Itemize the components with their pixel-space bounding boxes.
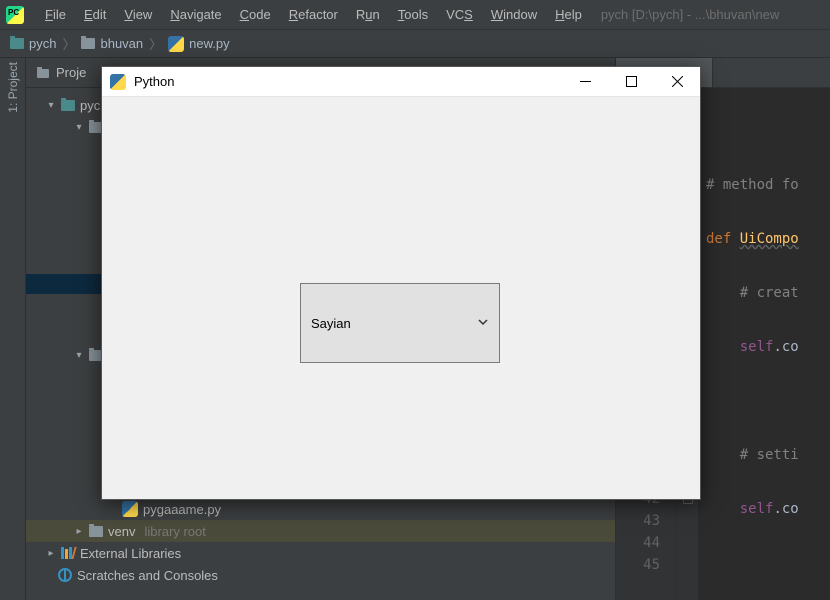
menu-code[interactable]: Code	[233, 5, 278, 24]
python-file-icon	[168, 36, 184, 52]
project-panel-title: Proje	[56, 65, 86, 80]
line-number: 43	[616, 510, 660, 532]
pycharm-logo-icon: PC	[6, 6, 24, 24]
maximize-icon	[626, 76, 637, 87]
close-button[interactable]	[654, 67, 700, 97]
expand-arrow-icon[interactable]: ▾	[74, 350, 84, 361]
tree-scratches[interactable]: Scratches and Consoles	[26, 564, 615, 586]
chevron-down-icon	[477, 316, 489, 331]
menu-help[interactable]: Help	[548, 5, 589, 24]
expand-arrow-icon[interactable]: ▾	[74, 122, 84, 133]
expand-arrow-icon[interactable]: ▸	[74, 526, 84, 537]
line-number: 44	[616, 532, 660, 554]
navigation-bar: pych 〉 bhuvan 〉 new.py	[0, 30, 830, 58]
minimize-icon	[580, 76, 591, 87]
combo-box-value: Sayian	[311, 316, 351, 331]
menu-refactor[interactable]: Refactor	[282, 5, 345, 24]
tree-label: pygaaame.py	[143, 502, 221, 517]
menu-window[interactable]: Window	[484, 5, 544, 24]
project-folder-icon	[10, 38, 24, 49]
project-header-icon	[36, 66, 50, 80]
external-libraries-icon	[61, 547, 75, 559]
menu-tools[interactable]: Tools	[391, 5, 435, 24]
tree-python-file[interactable]: pygaaame.py	[26, 498, 615, 520]
breadcrumb-label: bhuvan	[100, 36, 143, 51]
menu-edit[interactable]: Edit	[77, 5, 113, 24]
window-title-path: pych [D:\pych] - ...\bhuvan\new	[601, 7, 779, 22]
menu-view[interactable]: View	[117, 5, 159, 24]
breadcrumb-label: pych	[29, 36, 56, 51]
folder-icon	[89, 526, 103, 537]
python-file-icon	[122, 501, 138, 517]
scratches-icon	[58, 568, 72, 582]
breadcrumb-separator: 〉	[62, 34, 75, 53]
expand-arrow-icon[interactable]: ▾	[46, 100, 56, 111]
project-folder-icon	[61, 100, 75, 111]
code-text: # creat	[740, 285, 799, 301]
line-number: 45	[616, 554, 660, 576]
menu-navigate[interactable]: Navigate	[163, 5, 228, 24]
python-app-window: Python Sayian	[101, 66, 701, 500]
menu-file[interactable]: File	[38, 5, 73, 24]
code-area[interactable]: # method fo def UiCompo # creat self.co …	[698, 88, 830, 600]
breadcrumb-project[interactable]: pych	[10, 36, 56, 51]
menu-run[interactable]: Run	[349, 5, 387, 24]
tree-external-libraries[interactable]: ▸ External Libraries	[26, 542, 615, 564]
tree-label-note: library root	[144, 524, 205, 539]
menu-vcs[interactable]: VCS	[439, 5, 480, 24]
menu-bar: PC File Edit View Navigate Code Refactor…	[0, 0, 830, 30]
breadcrumb-file[interactable]: new.py	[168, 36, 229, 52]
python-window-titlebar[interactable]: Python	[102, 67, 700, 97]
python-logo-icon	[110, 74, 126, 90]
breadcrumb-label: new.py	[189, 36, 229, 51]
tree-venv-folder[interactable]: ▸ venv library root	[26, 520, 615, 542]
close-icon	[672, 76, 683, 87]
tree-label: External Libraries	[80, 546, 181, 561]
breadcrumb-folder[interactable]: bhuvan	[81, 36, 143, 51]
tree-label: Scratches and Consoles	[77, 568, 218, 583]
folder-icon	[81, 38, 95, 49]
combo-box[interactable]: Sayian	[300, 283, 500, 363]
python-window-body: Sayian	[102, 97, 700, 499]
python-window-title: Python	[134, 74, 174, 89]
expand-arrow-icon[interactable]: ▸	[46, 548, 56, 559]
left-tool-strip: 1: Project	[0, 58, 26, 600]
project-tool-button[interactable]: 1: Project	[6, 60, 20, 115]
minimize-button[interactable]	[562, 67, 608, 97]
code-text: # method fo	[706, 177, 799, 193]
breadcrumb-separator: 〉	[149, 34, 162, 53]
tree-label: pyc	[80, 98, 100, 113]
tree-label: venv	[108, 524, 135, 539]
maximize-button[interactable]	[608, 67, 654, 97]
